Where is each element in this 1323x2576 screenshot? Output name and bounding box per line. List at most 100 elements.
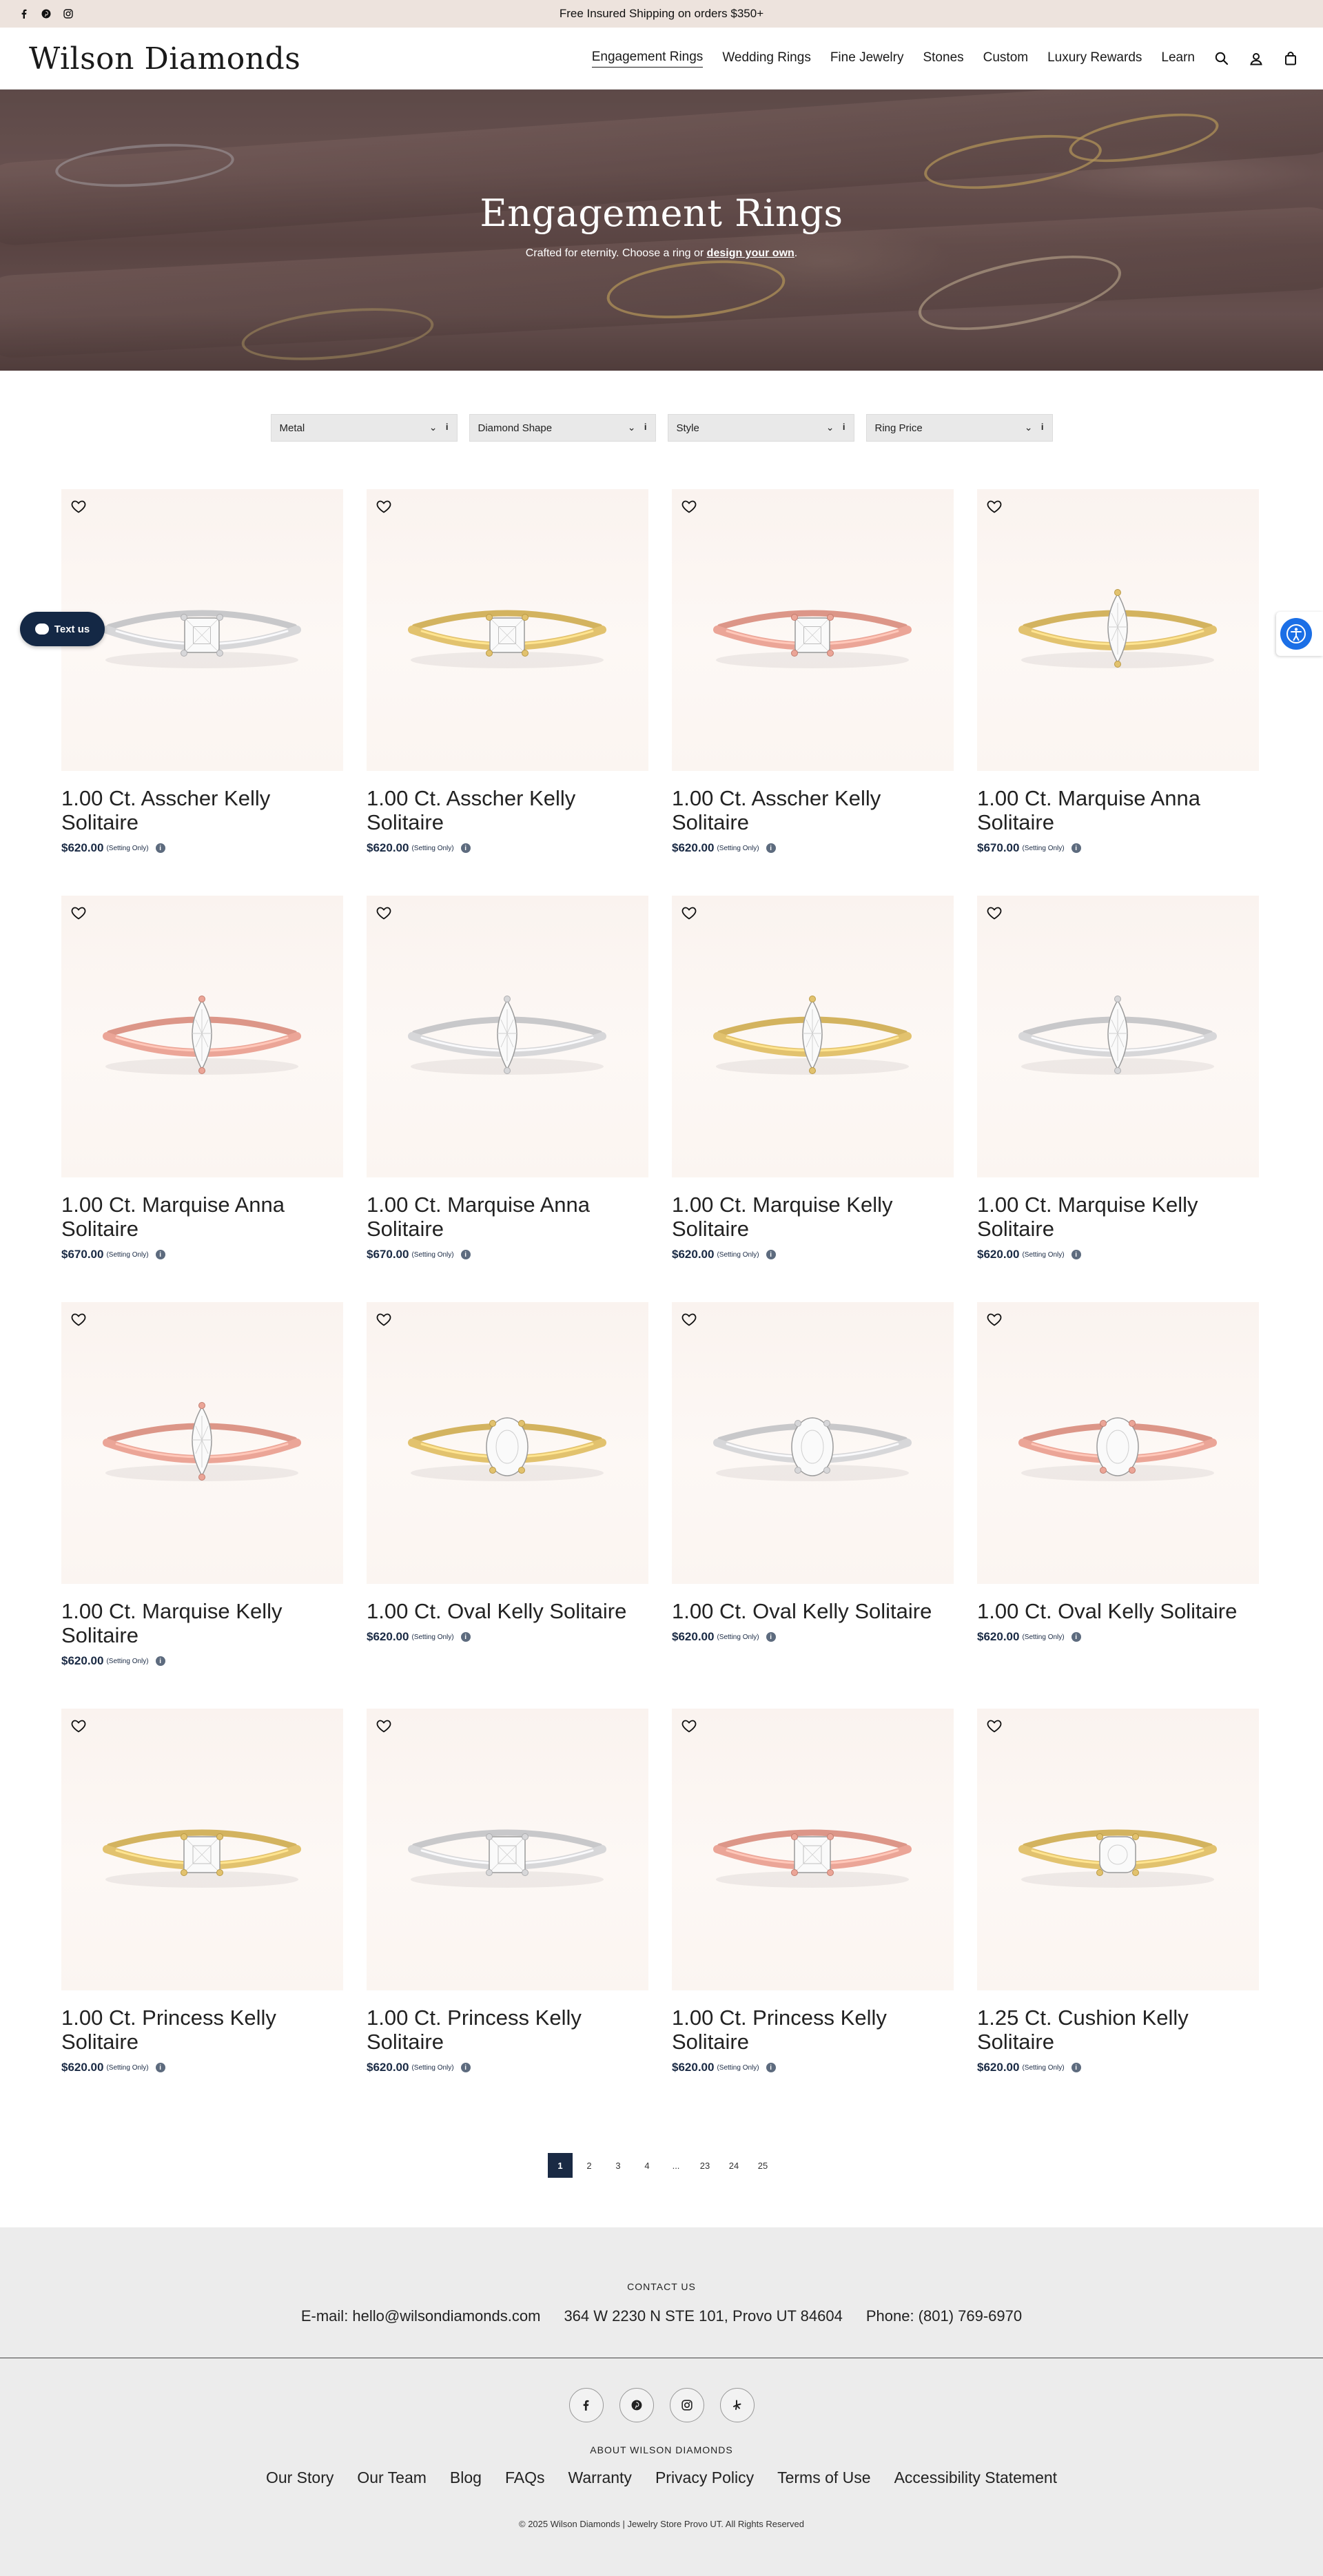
info-icon[interactable]: i [155, 843, 165, 853]
page-25-link[interactable]: 25 [750, 2153, 775, 2178]
product-title[interactable]: 1.00 Ct. Oval Kelly Solitaire [672, 1599, 954, 1623]
info-icon[interactable]: i [766, 2063, 776, 2072]
product-card[interactable]: 1.00 Ct. Asscher Kelly Solitaire $620.00… [367, 489, 648, 896]
accessibility-widget[interactable] [1276, 612, 1323, 656]
filter-diamond-shape[interactable]: Diamond Shape ⌄ i [469, 414, 656, 442]
product-title[interactable]: 1.00 Ct. Princess Kelly Solitaire [367, 2006, 648, 2054]
product-card[interactable]: 1.00 Ct. Oval Kelly Solitaire $620.00 (S… [977, 1302, 1259, 1709]
info-icon[interactable]: i [1071, 1632, 1081, 1642]
info-icon[interactable]: i [1071, 2063, 1081, 2072]
product-card[interactable]: 1.00 Ct. Marquise Anna Solitaire $670.00… [367, 896, 648, 1302]
product-image[interactable] [977, 489, 1259, 771]
product-title[interactable]: 1.00 Ct. Asscher Kelly Solitaire [61, 786, 343, 834]
footer-link-terms-of-use[interactable]: Terms of Use [777, 2469, 870, 2487]
product-card[interactable]: 1.00 Ct. Marquise Anna Solitaire $670.00… [61, 896, 343, 1302]
info-icon[interactable]: i [644, 422, 647, 432]
facebook-icon[interactable] [19, 9, 29, 19]
info-icon[interactable]: i [155, 2063, 165, 2072]
page-4-link[interactable]: 4 [635, 2153, 659, 2178]
footer-link-blog[interactable]: Blog [450, 2469, 482, 2487]
product-card[interactable]: 1.00 Ct. Marquise Anna Solitaire $670.00… [977, 489, 1259, 896]
contact-phone[interactable]: Phone: (801) 769-6970 [866, 2307, 1022, 2325]
info-icon[interactable]: i [766, 1250, 776, 1259]
product-image[interactable] [977, 1302, 1259, 1584]
product-title[interactable]: 1.00 Ct. Marquise Anna Solitaire [61, 1193, 343, 1241]
product-card[interactable]: 1.00 Ct. Marquise Kelly Solitaire $620.0… [977, 896, 1259, 1302]
contact-email[interactable]: E-mail: hello@wilsondiamonds.com [301, 2307, 541, 2325]
info-icon[interactable]: i [460, 1632, 471, 1642]
nav-learn[interactable]: Learn [1161, 50, 1195, 68]
product-title[interactable]: 1.00 Ct. Marquise Kelly Solitaire [61, 1599, 343, 1647]
site-logo[interactable]: Wilson Diamonds [29, 41, 300, 76]
page-24-link[interactable]: 24 [721, 2153, 746, 2178]
filter-style[interactable]: Style ⌄ i [667, 414, 854, 442]
product-card[interactable]: 1.00 Ct. Oval Kelly Solitaire $620.00 (S… [367, 1302, 648, 1709]
product-card[interactable]: 1.00 Ct. Marquise Kelly Solitaire $620.0… [672, 896, 954, 1302]
product-title[interactable]: 1.25 Ct. Cushion Kelly Solitaire [977, 2006, 1259, 2054]
info-icon[interactable]: i [766, 843, 776, 853]
product-title[interactable]: 1.00 Ct. Oval Kelly Solitaire [367, 1599, 648, 1623]
info-icon[interactable]: i [460, 1250, 471, 1259]
product-card[interactable]: 1.00 Ct. Asscher Kelly Solitaire $620.00… [672, 489, 954, 896]
cart-icon[interactable] [1283, 51, 1298, 66]
product-image[interactable] [672, 896, 954, 1177]
footer-link-privacy-policy[interactable]: Privacy Policy [655, 2469, 754, 2487]
product-title[interactable]: 1.00 Ct. Princess Kelly Solitaire [61, 2006, 343, 2054]
page-23-link[interactable]: 23 [693, 2153, 717, 2178]
product-image[interactable] [977, 1709, 1259, 1990]
filter-metal[interactable]: Metal ⌄ i [270, 414, 458, 442]
nav-wedding-rings[interactable]: Wedding Rings [722, 50, 811, 68]
product-card[interactable]: 1.00 Ct. Oval Kelly Solitaire $620.00 (S… [672, 1302, 954, 1709]
info-icon[interactable]: i [155, 1250, 165, 1259]
product-card[interactable]: 1.25 Ct. Cushion Kelly Solitaire $620.00… [977, 1709, 1259, 2115]
filter-ring-price[interactable]: Ring Price ⌄ i [865, 414, 1053, 442]
product-title[interactable]: 1.00 Ct. Marquise Anna Solitaire [977, 786, 1259, 834]
footer-link-faqs[interactable]: FAQs [505, 2469, 545, 2487]
contact-address[interactable]: 364 W 2230 N STE 101, Provo UT 84604 [564, 2307, 842, 2325]
product-card[interactable]: 1.00 Ct. Princess Kelly Solitaire $620.0… [367, 1709, 648, 2115]
footer-link-our-team[interactable]: Our Team [357, 2469, 427, 2487]
search-icon[interactable] [1214, 51, 1229, 66]
product-title[interactable]: 1.00 Ct. Marquise Kelly Solitaire [672, 1193, 954, 1241]
footer-link-accessibility-statement[interactable]: Accessibility Statement [894, 2469, 1057, 2487]
product-title[interactable]: 1.00 Ct. Marquise Anna Solitaire [367, 1193, 648, 1241]
product-title[interactable]: 1.00 Ct. Asscher Kelly Solitaire [672, 786, 954, 834]
pinterest-icon[interactable] [619, 2388, 654, 2422]
product-card[interactable]: 1.00 Ct. Marquise Kelly Solitaire $620.0… [61, 1302, 343, 1709]
yelp-icon[interactable] [719, 2388, 755, 2422]
product-title[interactable]: 1.00 Ct. Princess Kelly Solitaire [672, 2006, 954, 2054]
product-title[interactable]: 1.00 Ct. Oval Kelly Solitaire [977, 1599, 1259, 1623]
product-image[interactable] [672, 489, 954, 771]
product-image[interactable] [61, 1709, 343, 1990]
account-icon[interactable] [1249, 51, 1264, 66]
instagram-icon[interactable] [669, 2388, 704, 2422]
product-image[interactable] [672, 1709, 954, 1990]
product-title[interactable]: 1.00 Ct. Marquise Kelly Solitaire [977, 1193, 1259, 1241]
nav-custom[interactable]: Custom [983, 50, 1028, 68]
page-1-link[interactable]: 1 [548, 2153, 573, 2178]
product-image[interactable] [672, 1302, 954, 1584]
facebook-icon[interactable] [568, 2388, 604, 2422]
product-card[interactable]: 1.00 Ct. Princess Kelly Solitaire $620.0… [61, 1709, 343, 2115]
footer-link-warranty[interactable]: Warranty [568, 2469, 631, 2487]
design-your-own-link[interactable]: design your own [707, 247, 794, 259]
product-image[interactable] [367, 489, 648, 771]
nav-luxury-rewards[interactable]: Luxury Rewards [1047, 50, 1142, 68]
product-image[interactable] [367, 1709, 648, 1990]
footer-link-our-story[interactable]: Our Story [266, 2469, 334, 2487]
info-icon[interactable]: i [460, 843, 471, 853]
nav-fine-jewelry[interactable]: Fine Jewelry [830, 50, 904, 68]
product-image[interactable] [977, 896, 1259, 1177]
info-icon[interactable]: i [1071, 1250, 1081, 1259]
info-icon[interactable]: i [155, 1656, 165, 1666]
product-image[interactable] [367, 1302, 648, 1584]
pinterest-icon[interactable] [41, 9, 51, 19]
product-card[interactable]: 1.00 Ct. Princess Kelly Solitaire $620.0… [672, 1709, 954, 2115]
info-icon[interactable]: i [1041, 422, 1044, 432]
info-icon[interactable]: i [843, 422, 845, 432]
product-image[interactable] [61, 896, 343, 1177]
product-image[interactable] [61, 1302, 343, 1584]
page-3-link[interactable]: 3 [606, 2153, 630, 2178]
info-icon[interactable]: i [766, 1632, 776, 1642]
info-icon[interactable]: i [446, 422, 449, 432]
